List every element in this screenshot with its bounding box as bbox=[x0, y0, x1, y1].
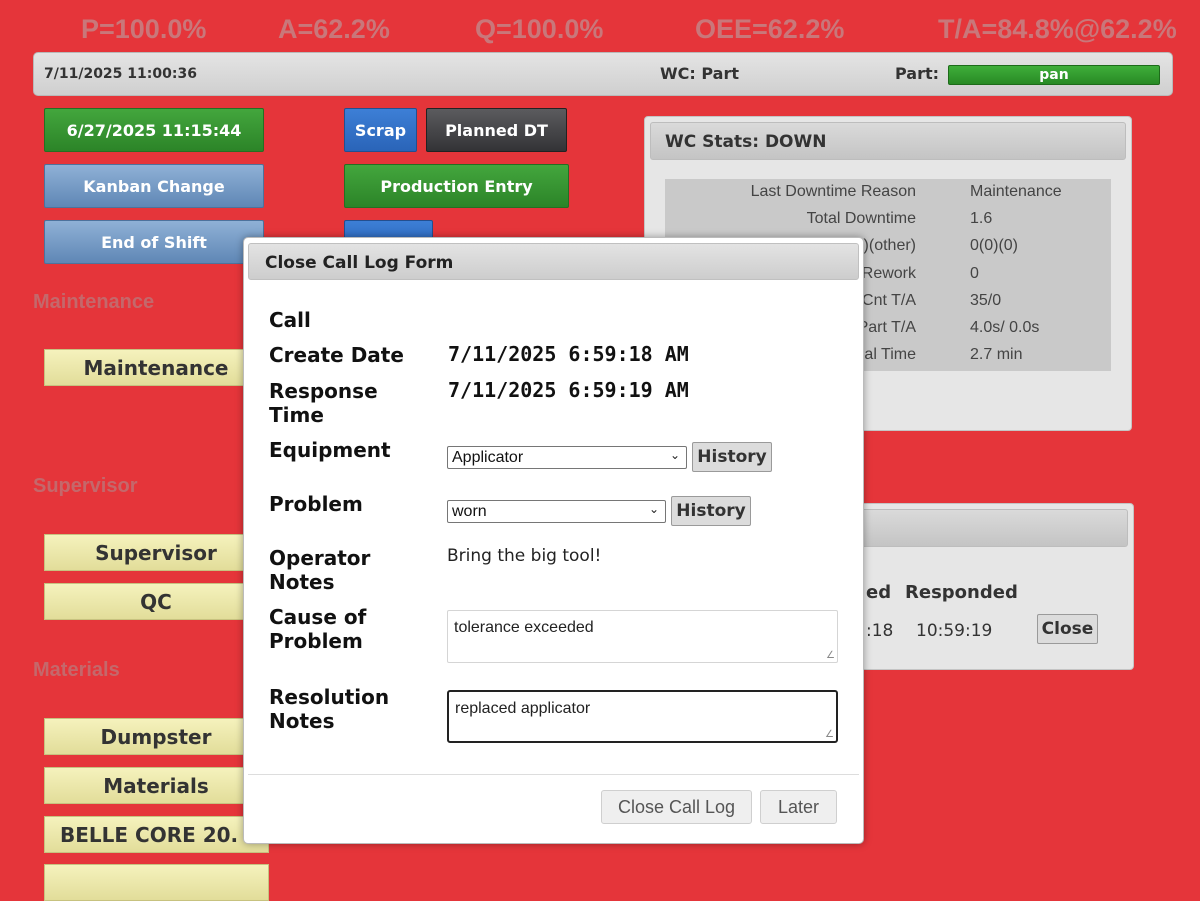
current-datetime: 7/11/2025 11:00:36 bbox=[44, 66, 197, 82]
metric-quality: Q=100.0% bbox=[475, 14, 604, 44]
close-call-log-modal: Close Call Log Form Call Create Date 7/1… bbox=[243, 237, 864, 844]
part-value-badge[interactable]: pan bbox=[948, 65, 1160, 85]
response-time-label: Response Time bbox=[269, 379, 378, 427]
modal-footer-divider bbox=[248, 774, 859, 775]
resize-grip-icon[interactable]: ∠ bbox=[826, 650, 835, 661]
end-of-shift-button[interactable]: End of Shift bbox=[44, 220, 264, 264]
problem-history-button[interactable]: History bbox=[671, 496, 751, 526]
metric-oee: OEE=62.2% bbox=[695, 14, 845, 44]
production-entry-button[interactable]: Production Entry bbox=[344, 164, 569, 208]
shift-start-date-button[interactable]: 6/27/2025 11:15:44 bbox=[44, 108, 264, 152]
materials-section-title: Materials bbox=[33, 659, 120, 681]
modal-title: Close Call Log Form bbox=[248, 243, 859, 280]
stat-row: Total Downtime 1.6 bbox=[806, 210, 993, 227]
problem-select[interactable]: worn ⌄ bbox=[447, 500, 666, 523]
call-label: Call bbox=[269, 308, 311, 332]
create-date-value: 7/11/2025 6:59:18 AM bbox=[448, 342, 689, 366]
wc-stats-title: WC Stats: DOWN bbox=[650, 122, 1126, 160]
equipment-select[interactable]: Applicator ⌄ bbox=[447, 446, 687, 469]
later-button[interactable]: Later bbox=[760, 790, 837, 824]
response-time-value: 7/11/2025 6:59:19 AM bbox=[448, 378, 689, 402]
operator-notes-label: Operator Notes bbox=[269, 546, 371, 594]
chevron-down-icon: ⌄ bbox=[669, 448, 680, 462]
planned-dt-button[interactable]: Planned DT bbox=[426, 108, 567, 152]
problem-label: Problem bbox=[269, 492, 363, 516]
equipment-label: Equipment bbox=[269, 438, 391, 462]
dumpster-button[interactable]: Dumpster bbox=[44, 718, 268, 755]
qc-button[interactable]: QC bbox=[44, 583, 268, 620]
operator-notes-value: Bring the big tool! bbox=[447, 546, 602, 566]
col-created-header: ed bbox=[866, 582, 892, 603]
close-call-log-button[interactable]: Close Call Log bbox=[601, 790, 752, 824]
top-status-bar: 7/11/2025 11:00:36 WC: Part Part: pan bbox=[33, 52, 1173, 96]
col-responded-header: Responded bbox=[905, 582, 1018, 603]
stat-row: Last Downtime Reason Maintenance bbox=[750, 183, 1062, 200]
metric-performance: P=100.0% bbox=[81, 14, 207, 44]
belle-core-button[interactable]: BELLE CORE 20. bbox=[44, 816, 269, 853]
resize-grip-icon[interactable]: ∠ bbox=[825, 729, 834, 740]
equipment-history-button[interactable]: History bbox=[692, 442, 772, 472]
cause-of-problem-label: Cause of Problem bbox=[269, 605, 367, 653]
metric-availability: A=62.2% bbox=[278, 14, 390, 44]
work-center-label: WC: Part bbox=[660, 64, 739, 83]
call-created-value: :18 bbox=[866, 621, 894, 641]
call-responded-value: 10:59:19 bbox=[916, 621, 993, 641]
cause-of-problem-textarea[interactable]: tolerance exceeded ∠ bbox=[447, 610, 838, 663]
scrap-button[interactable]: Scrap bbox=[344, 108, 417, 152]
supervisor-button[interactable]: Supervisor bbox=[44, 534, 268, 571]
kanban-change-button[interactable]: Kanban Change bbox=[44, 164, 264, 208]
close-call-button[interactable]: Close bbox=[1037, 614, 1098, 644]
maintenance-section-title: Maintenance bbox=[33, 291, 155, 313]
create-date-label: Create Date bbox=[269, 343, 404, 367]
materials-button[interactable]: Materials bbox=[44, 767, 268, 804]
resolution-notes-textarea[interactable]: replaced applicator ∠ bbox=[447, 690, 838, 743]
supervisor-section-title: Supervisor bbox=[33, 475, 138, 497]
chevron-down-icon: ⌄ bbox=[648, 502, 659, 516]
resolution-notes-label: Resolution Notes bbox=[269, 685, 390, 733]
part-label: Part: bbox=[895, 64, 940, 83]
metric-ta: T/A=84.8%@62.2% bbox=[938, 14, 1177, 44]
maintenance-button[interactable]: Maintenance bbox=[44, 349, 268, 386]
